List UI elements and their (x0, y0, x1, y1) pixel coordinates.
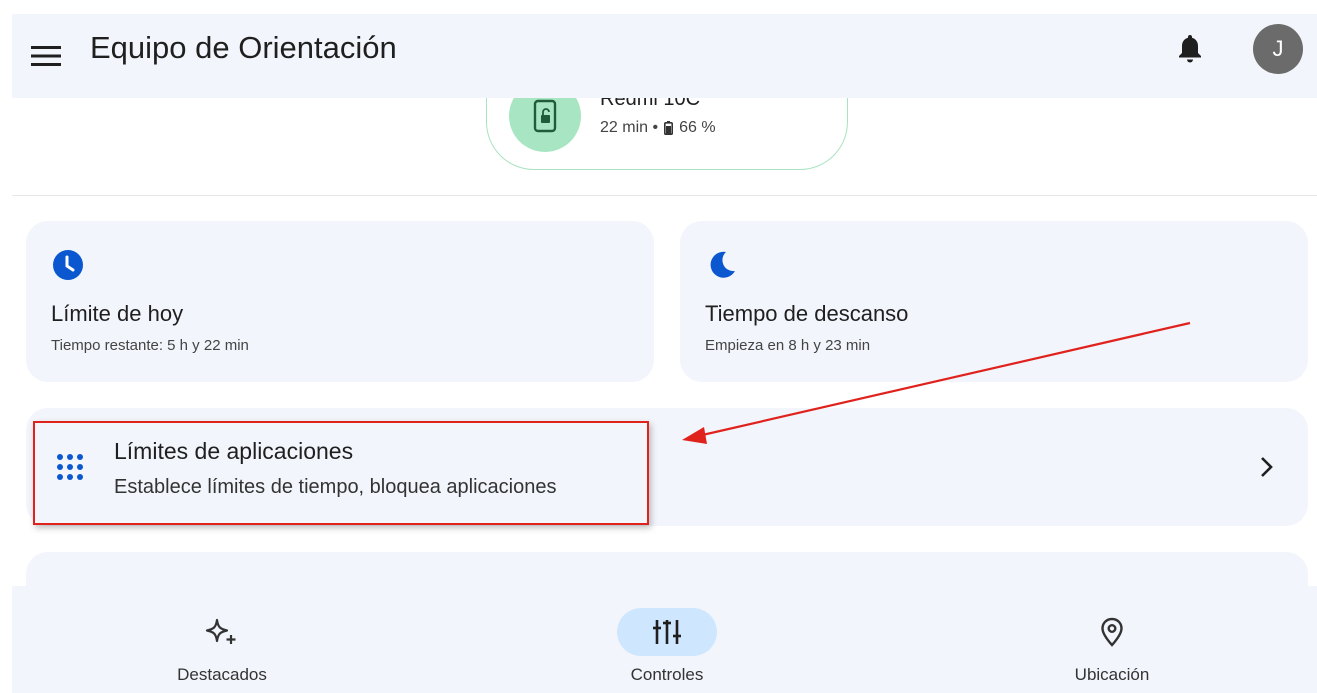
nav-label-destacados: Destacados (177, 665, 267, 684)
nav-item-destacados[interactable]: Destacados (122, 586, 322, 693)
menu-button[interactable] (26, 36, 66, 76)
downtime-subtitle: Empieza en 8 h y 23 min (705, 337, 871, 354)
device-meta: 22 min • 66 % (600, 119, 716, 137)
sliders-icon (653, 620, 681, 644)
nav-pill-destacados (172, 608, 272, 656)
app-limits-title: Límites de aplicaciones (114, 438, 354, 464)
moon-icon (710, 251, 735, 278)
apps-grid-icon (57, 454, 83, 480)
nav-label-ubicacion: Ubicación (1074, 665, 1150, 684)
nav-label-controles: Controles (630, 665, 704, 684)
today-limit-card[interactable]: Límite de hoy Tiempo restante: 5 h y 22 … (26, 221, 654, 382)
device-usage: 22 min • (600, 119, 659, 136)
today-limit-subtitle: Tiempo restante: 5 h y 22 min (51, 337, 249, 354)
battery-icon (664, 121, 674, 135)
phone-unlocked-icon (533, 99, 557, 133)
notifications-button[interactable] (1172, 28, 1208, 68)
nav-item-ubicacion[interactable]: Ubicación (1012, 586, 1212, 693)
avatar[interactable]: J (1253, 24, 1303, 74)
downtime-title: Tiempo de descanso (705, 301, 909, 326)
bell-icon (1179, 35, 1201, 63)
location-pin-icon (1101, 617, 1123, 647)
nav-item-controles[interactable]: Controles (567, 586, 767, 693)
app-root: Redmi 10C 22 min • 66 % Equipo de Orient… (0, 0, 1317, 693)
downtime-card[interactable]: Tiempo de descanso Empieza en 8 h y 23 m… (680, 221, 1308, 382)
sparkle-icon (205, 618, 236, 644)
nav-pill-ubicacion (1062, 608, 1162, 656)
today-limit-title: Límite de hoy (51, 301, 184, 326)
clock-icon (53, 250, 83, 280)
top-app-bar: Equipo de Orientación J (12, 14, 1317, 98)
app-limits-subtitle: Establece límites de tiempo, bloquea apl… (114, 476, 557, 498)
page-title: Equipo de Orientación (90, 30, 397, 65)
device-battery: 66 % (679, 119, 716, 136)
nav-pill-controles (617, 608, 717, 656)
app-limits-row[interactable]: Límites de aplicaciones Establece límite… (26, 408, 1308, 526)
chevron-right-icon (1254, 452, 1280, 482)
divider (12, 195, 1317, 196)
bottom-navigation: Destacados Controles Ubicación (12, 586, 1317, 693)
hamburger-menu-icon (31, 46, 61, 66)
